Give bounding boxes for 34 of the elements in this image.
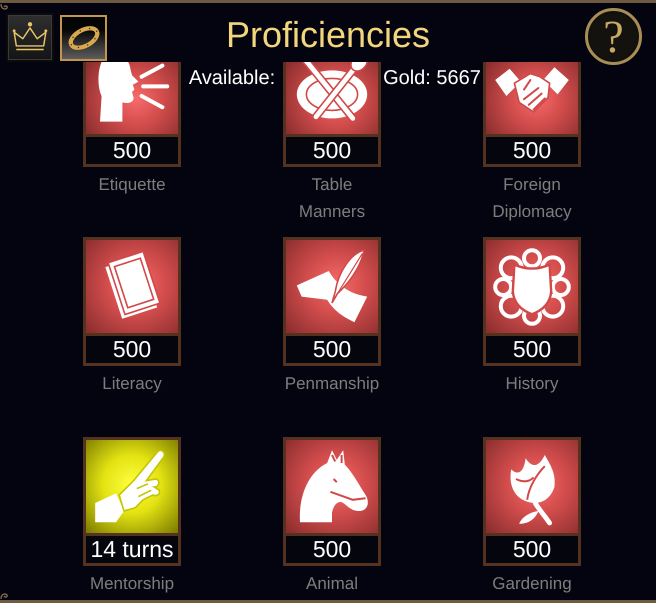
proficiency-name: Foreign Diplomacy [491, 174, 573, 223]
available-label: Available: [188, 66, 276, 91]
proficiency-name: Penmanship [284, 373, 380, 395]
proficiency-name: Etiquette [98, 174, 166, 196]
help-button[interactable]: ? [585, 8, 642, 65]
proficiency-tile[interactable]: 14 turns [83, 437, 181, 566]
proficiency-name: Literacy [102, 373, 162, 395]
tile-value: 500 [286, 333, 378, 363]
tile-value: 500 [86, 333, 178, 363]
proficiency-name: Gardening [492, 573, 572, 595]
category-tab[interactable] [60, 15, 107, 61]
proficiency-tile[interactable]: 500 [483, 237, 581, 366]
proficiency-name: Animal [306, 573, 358, 595]
proficiency-tile[interactable]: 500 [83, 237, 181, 366]
proficiency-name: Mentorship [90, 573, 174, 595]
tile-value: 500 [486, 533, 578, 563]
tile-value: 500 [86, 134, 178, 164]
proficiency-tile[interactable]: 500 [483, 62, 581, 167]
tile-value: 500 [486, 134, 578, 164]
tile-value: 500 [286, 533, 378, 563]
funds-amount: Gold: 5667 [383, 66, 481, 91]
proficiency-tile[interactable]: 500 [283, 237, 381, 366]
tile-value: 14 turns [86, 533, 178, 563]
proficiency-tile[interactable]: 500 [283, 62, 381, 167]
category-tab[interactable] [6, 13, 54, 62]
tile-value: 500 [486, 333, 578, 363]
tile-value: 500 [286, 134, 378, 164]
proficiency-name: Table Manners [298, 174, 366, 223]
proficiency-tile[interactable]: 500 [283, 437, 381, 566]
proficiency-tile[interactable]: 500 [483, 437, 581, 566]
proficiency-tile[interactable]: 500 [83, 62, 181, 167]
proficiency-name: History [506, 373, 558, 395]
page-title: Proficiencies [226, 13, 430, 57]
shield-knot-icon [492, 246, 572, 326]
